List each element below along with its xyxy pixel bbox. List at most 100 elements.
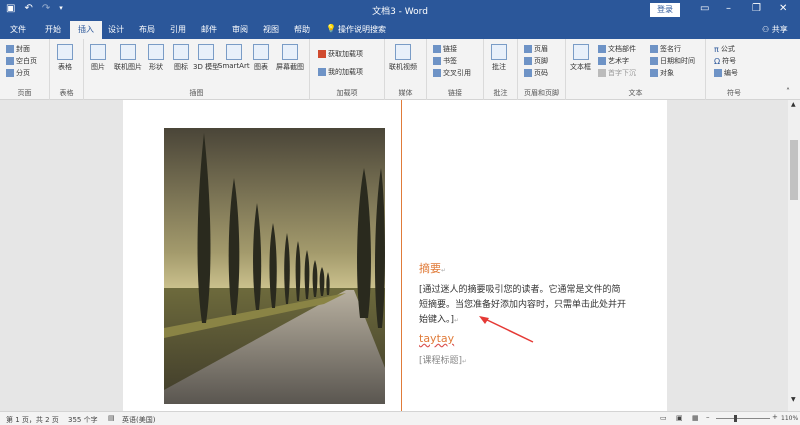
abstract-heading[interactable]: 摘要↵ [419,260,446,276]
cross-reference-button[interactable]: 交叉引用 [433,68,471,78]
chart-button[interactable]: 图表 [253,44,269,72]
scrollbar-thumb[interactable] [790,140,798,200]
tab-mailings[interactable]: 邮件 [201,24,217,35]
video-icon [395,44,411,60]
equation-button[interactable]: π 公式 [714,44,735,54]
share-button[interactable]: ⚇ 共享 [762,24,788,35]
cover-photo[interactable] [164,128,385,404]
illustrations-group-label: 插图 [189,89,204,97]
print-layout-icon[interactable]: ▣ [676,414,683,422]
signature-icon [650,45,658,53]
online-video-button[interactable]: 联机视频 [389,44,417,72]
page-break-icon [6,69,14,77]
tab-review[interactable]: 审阅 [232,24,248,35]
blank-page-icon [6,57,14,65]
drop-cap-icon [598,69,606,77]
page-count[interactable]: 第 1 页，共 2 页 [6,415,59,425]
tell-me-search[interactable]: 操作说明搜索 [338,24,386,35]
scroll-down-icon[interactable]: ▼ [791,396,796,403]
close-icon[interactable]: ✕ [779,3,787,14]
zoom-slider[interactable] [716,418,770,419]
footer-button[interactable]: 页脚 [524,56,548,66]
footer-icon [524,57,532,65]
tab-help[interactable]: 帮助 [294,24,310,35]
wordart-button[interactable]: 艺术字 [598,56,629,66]
vertical-scrollbar[interactable]: ▲ ▼ [788,100,800,411]
tab-design[interactable]: 设计 [108,24,124,35]
collapse-ribbon-icon[interactable]: ˄ [786,87,790,96]
screenshot-button[interactable]: 屏幕截图 [276,44,304,72]
icons-icon [173,44,189,60]
proofing-icon[interactable]: ▤ [108,414,115,422]
scroll-up-icon[interactable]: ▲ [791,101,796,108]
object-button[interactable]: 对象 [650,68,674,78]
pictures-button[interactable]: 图片 [90,44,106,72]
cube-icon [198,44,215,60]
table-icon [57,44,73,60]
pages-group-label: 页面 [17,89,32,97]
document-page[interactable]: 摘要↵ [通过迷人的摘要吸引您的读者。它通常是文件的简 短摘要。当您准备好添加内… [123,100,667,411]
abstract-body-line-1[interactable]: [通过迷人的摘要吸引您的读者。它通常是文件的简 [419,282,621,295]
language-indicator[interactable]: 英语(美国) [122,415,155,425]
signature-line-button[interactable]: 签名行 [650,44,681,54]
drop-cap-button[interactable]: 首字下沉 [598,68,636,78]
ribbon: 封面 空白页 分页 页面 表格 表格 图片 联机图片 形状 图标 3D 模型 S… [0,39,800,100]
minimize-icon[interactable]: – [726,3,731,14]
addins-group-label: 加载项 [336,89,358,97]
date-time-button[interactable]: 日期和时间 [650,56,695,66]
zoom-out-icon[interactable]: – [706,413,710,421]
link-icon [433,45,441,53]
shapes-button[interactable]: 形状 [148,44,164,72]
header-button[interactable]: 页眉 [524,44,548,54]
cover-page-button[interactable]: 封面 [6,44,30,54]
abstract-body-line-2[interactable]: 短摘要。当您准备好添加内容时，只需单击此处并开 [419,297,626,310]
window-title: 文档3 - Word [372,7,428,17]
restore-icon[interactable]: ❐ [752,3,761,14]
online-pictures-button[interactable]: 联机图片 [114,44,142,72]
zoom-slider-thumb[interactable] [734,415,737,422]
tab-references[interactable]: 引用 [170,24,186,35]
zoom-in-icon[interactable]: + [772,413,778,421]
tables-group: 表格 表格 [50,39,84,100]
quick-parts-button[interactable]: 文档部件 [598,44,636,54]
symbols-group-label: 符号 [727,89,741,97]
chart-icon [253,44,269,60]
pages-group: 封面 空白页 分页 页面 [0,39,50,100]
page-number-button[interactable]: 页码 [524,68,548,78]
page-break-button[interactable]: 分页 [6,68,30,78]
comment-button[interactable]: 批注 [491,44,507,72]
title-bar: ▣ ↶ ↷ ▾ 文档3 - Word 登录 ▭ – ❐ ✕ [0,0,800,20]
tab-file[interactable]: 文件 [10,24,26,35]
zoom-level[interactable]: 110% [781,415,798,422]
blank-page-button[interactable]: 空白页 [6,56,37,66]
abstract-body-line-3[interactable]: 始键入。]↵ [419,312,459,325]
login-button[interactable]: 登录 [650,3,680,17]
course-title-placeholder[interactable]: [课程标题]↵ [419,353,467,366]
link-button[interactable]: 链接 [433,44,457,54]
ribbon-display-options-icon[interactable]: ▭ [700,3,709,14]
tab-insert[interactable]: 插入 [70,21,102,39]
cover-page-icon [6,45,14,53]
tab-home[interactable]: 开始 [45,24,61,35]
tab-view[interactable]: 视图 [263,24,279,35]
read-mode-icon[interactable]: ▭ [660,414,667,422]
3d-models-button[interactable]: 3D 模型 [193,44,219,72]
smartart-button[interactable]: SmartArt [218,44,250,70]
header-icon [524,45,532,53]
my-addins-button[interactable]: 我的加载项 [318,67,363,77]
object-icon [650,69,658,77]
bookmark-button[interactable]: 书签 [433,56,457,66]
web-layout-icon[interactable]: ▦ [692,414,699,422]
word-count[interactable]: 355 个字 [68,415,98,425]
icons-button[interactable]: 图标 [173,44,189,72]
author-name[interactable]: taytay [419,332,454,345]
text-box-button[interactable]: 文本框 [570,44,591,72]
picture-icon [90,44,106,60]
get-addins-button[interactable]: 获取加载项 [318,49,363,59]
numbering-button[interactable]: 编号 [714,68,738,78]
ribbon-tabs: 文件 开始 插入 设计 布局 引用 邮件 审阅 视图 帮助 💡 操作说明搜索 ⚇… [0,20,800,39]
symbol-button[interactable]: Ω 符号 [714,56,736,66]
table-button[interactable]: 表格 [57,44,73,72]
tab-layout[interactable]: 布局 [139,24,155,35]
lightbulb-icon: 💡 [326,24,336,33]
